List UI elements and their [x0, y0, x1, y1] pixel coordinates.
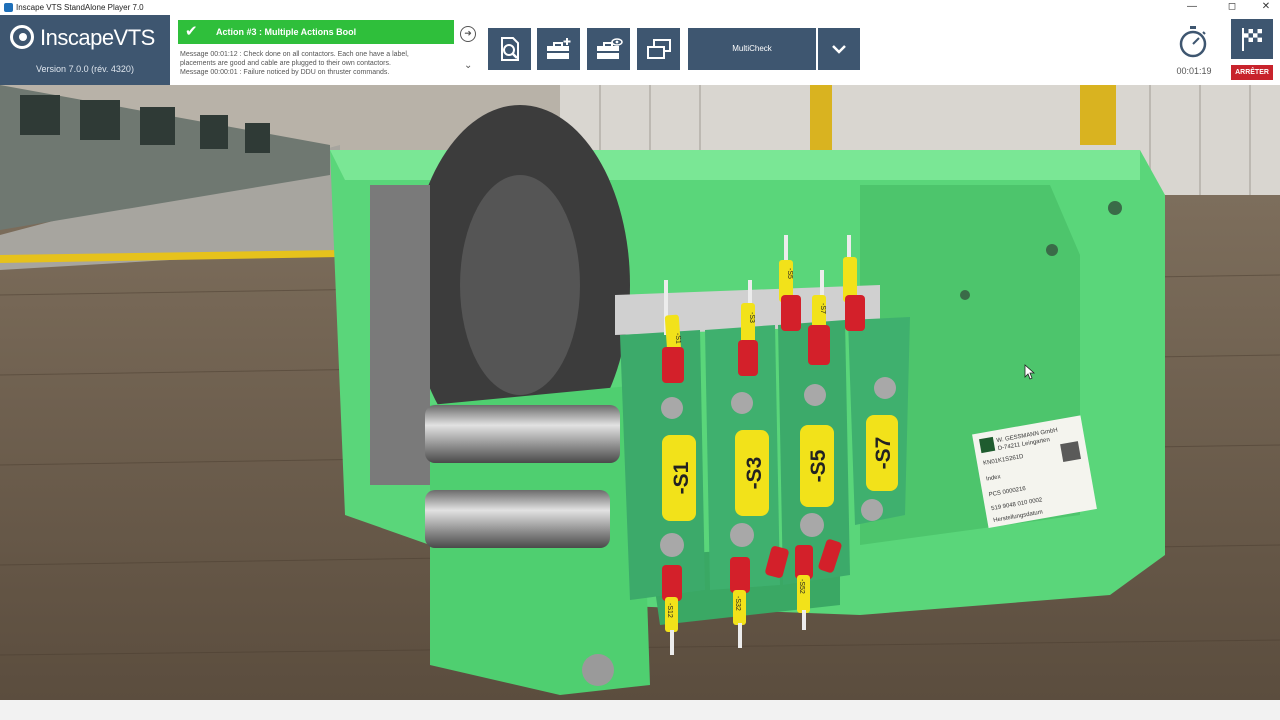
message-line: placements are good and cable are plugge… — [180, 60, 391, 67]
wire-label-top: -S1 — [674, 333, 681, 344]
window-title: Inscape VTS StandAlone Player 7.0 — [16, 3, 144, 12]
inspect-document-icon — [500, 37, 519, 61]
chevron-down-icon — [832, 45, 846, 54]
message-line: Message 00:00:01 : Failure noticed by DD… — [180, 69, 390, 76]
housing-bolt — [1108, 201, 1122, 215]
nameplate: W. GESSMANN GmbH D-74211 Leingarten KN01… — [972, 415, 1097, 528]
toolbar: InscapeVTS Version 7.0.0 (rév. 4320) ✔ A… — [0, 15, 1280, 85]
add-toolbox-icon — [546, 38, 570, 59]
contactor-label-s1: -S1 — [670, 461, 693, 494]
stop-button[interactable]: ARRÊTER — [1231, 65, 1273, 80]
finish-button[interactable] — [1231, 19, 1273, 59]
windows-button[interactable] — [637, 28, 680, 70]
checkered-flag-icon — [1242, 28, 1262, 51]
terminal-screw — [731, 392, 753, 414]
terminal-screw — [804, 384, 826, 406]
window-titlebar: Inscape VTS StandAlone Player 7.0 — ◻ ✕ — [0, 0, 1280, 15]
terminal-screw — [874, 377, 896, 399]
check-icon: ✔ — [185, 23, 198, 40]
terminal-screw — [730, 523, 754, 547]
logo-panel: InscapeVTS Version 7.0.0 (rév. 4320) — [0, 15, 170, 85]
3d-scene[interactable]: -S1 -S3 -S5 -S7 -S1 -S3 -S5 -S7 -S12 -S3… — [0, 85, 1280, 700]
stopwatch-icon — [1179, 26, 1207, 58]
terminal-screw — [861, 499, 883, 521]
maximize-button[interactable]: ◻ — [1220, 0, 1244, 15]
mounting-bolt — [582, 654, 614, 686]
message-line: Message 00:01:12 : Check done on all con… — [180, 51, 409, 58]
brake-linkage — [370, 185, 430, 485]
housing-bolt — [960, 290, 970, 300]
terminal-screw — [800, 513, 824, 537]
message-log: Message 00:01:12 : Check done on all con… — [180, 50, 458, 77]
status-strip — [0, 700, 1280, 720]
guide-rod — [425, 490, 610, 548]
wire-label-bottom: -S12 — [666, 603, 673, 618]
wire-label-top: -S7 — [819, 303, 826, 314]
view-toolbox-icon — [596, 38, 623, 59]
wire-label-bottom: -S52 — [798, 579, 805, 594]
contactor-label-s5: -S5 — [807, 449, 830, 482]
elapsed-timer: 00:01:19 — [1176, 66, 1212, 76]
version-text: Version 7.0.0 (rév. 4320) — [36, 64, 134, 74]
terminal-screw — [660, 533, 684, 557]
terminal-screw — [661, 397, 683, 419]
inscape-logo-icon — [10, 25, 34, 49]
wire-label-top: -S3 — [748, 312, 755, 323]
close-button[interactable]: ✕ — [1254, 0, 1278, 15]
add-toolbox-button[interactable] — [537, 28, 580, 70]
windows-icon — [646, 39, 671, 59]
mode-select[interactable]: MultiCheck — [688, 28, 816, 70]
housing-bolt — [1046, 244, 1058, 256]
current-action-bar[interactable]: ✔ Action #3 : Multiple Actions Bool — [178, 20, 454, 44]
app-icon — [4, 3, 13, 12]
brake-hub — [460, 175, 580, 395]
view-toolbox-button[interactable] — [587, 28, 630, 70]
minimize-button[interactable]: — — [1180, 0, 1204, 15]
arrow-right-icon: ➜ — [464, 28, 472, 38]
next-action-button[interactable]: ➜ — [460, 26, 476, 42]
hazard-post — [1080, 85, 1116, 145]
guide-rod — [425, 405, 620, 463]
qr-code-icon — [1060, 441, 1081, 463]
wire-label-bottom: -S32 — [734, 596, 741, 611]
contactor-label-s7: -S7 — [872, 437, 895, 470]
wire-label-top: -S5 — [786, 268, 793, 279]
contactor-label-s3: -S3 — [743, 457, 766, 490]
gessmann-logo-icon — [979, 436, 996, 454]
current-action-label: Action #3 : Multiple Actions Bool — [216, 27, 357, 37]
logo-name: InscapeVTS — [40, 25, 155, 50]
expand-messages-chevron-icon[interactable]: ⌄ — [464, 60, 472, 71]
3d-viewport[interactable]: -S1 -S3 -S5 -S7 -S1 -S3 -S5 -S7 -S12 -S3… — [0, 85, 1280, 700]
inspect-document-button[interactable] — [488, 28, 531, 70]
mode-select-dropdown-button[interactable] — [818, 28, 860, 70]
